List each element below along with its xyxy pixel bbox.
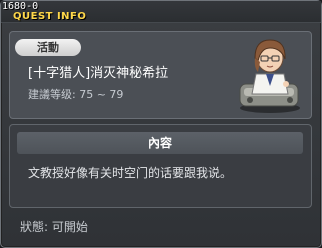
- quest-status: 狀態: 可開始: [20, 220, 88, 234]
- recommended-level: 建議等级: 75 ~ 79: [28, 88, 124, 101]
- window-title: QUEST INFO: [13, 11, 87, 22]
- quest-name: [十字猎人]消灭神秘希拉: [28, 66, 169, 81]
- quest-category-tag: 活動: [15, 39, 81, 56]
- title-bar[interactable]: 1680-0 QUEST INFO: [1, 1, 321, 23]
- quest-description: 文教授好像有关时空门的话要跟我说。: [28, 166, 233, 180]
- npc-portrait-icon: [228, 28, 312, 114]
- content-section-header: 內容: [17, 132, 303, 154]
